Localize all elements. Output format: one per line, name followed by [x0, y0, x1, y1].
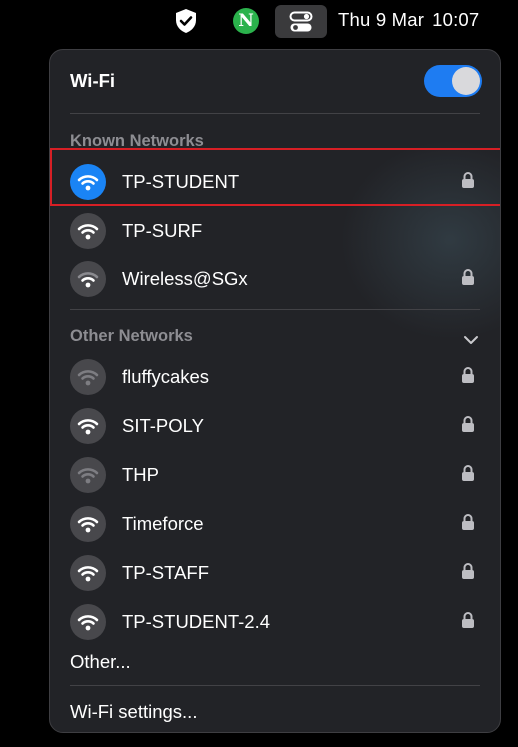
lock-icon	[461, 562, 475, 585]
chevron-down-icon[interactable]	[463, 332, 479, 350]
menu-bar: N Thu 9 Mar 10:07	[0, 0, 518, 42]
network-row-thp[interactable]: THP	[50, 450, 500, 498]
lock-icon	[461, 513, 475, 536]
wifi-title: Wi-Fi	[70, 70, 116, 91]
lock-icon	[461, 464, 475, 487]
menubar-date: Thu 9 Mar	[338, 9, 425, 30]
network-name: TP-STUDENT-2.4	[122, 611, 271, 632]
lock-icon	[461, 415, 475, 438]
wifi-signal-icon	[70, 457, 106, 493]
network-name: TP-SURF	[122, 220, 203, 241]
control-center-icon[interactable]	[275, 5, 327, 38]
wifi-menu-panel: Wi-Fi Known Networks TP-STUDENT TP-SURF …	[49, 49, 501, 733]
wifi-signal-icon	[70, 164, 106, 200]
lock-icon	[461, 611, 475, 634]
network-row-tp-surf[interactable]: TP-SURF	[50, 206, 500, 254]
network-name: THP	[122, 464, 159, 485]
wifi-signal-icon	[70, 408, 106, 444]
menubar-time: 10:07	[432, 9, 480, 30]
network-row-timeforce[interactable]: Timeforce	[50, 499, 500, 547]
other-network-item[interactable]: Other...	[70, 651, 131, 673]
known-networks-heading: Known Networks	[70, 132, 204, 150]
network-row-fluffycakes[interactable]: fluffycakes	[50, 352, 500, 400]
network-row-tp-student-2-4[interactable]: TP-STUDENT-2.4	[50, 597, 500, 645]
network-name: TP-STAFF	[122, 562, 210, 583]
other-networks-heading[interactable]: Other Networks	[70, 327, 193, 346]
wifi-signal-icon	[70, 555, 106, 591]
network-name: Wireless@SGx	[122, 268, 248, 289]
wifi-signal-icon	[70, 213, 106, 249]
divider	[70, 685, 480, 686]
network-name: Timeforce	[122, 513, 204, 534]
lock-icon	[461, 171, 475, 194]
shield-check-icon[interactable]	[172, 7, 200, 35]
wifi-signal-icon	[70, 359, 106, 395]
lock-icon	[461, 268, 475, 291]
network-row-tp-student[interactable]: TP-STUDENT	[50, 157, 500, 205]
divider	[70, 309, 480, 310]
lock-icon	[461, 366, 475, 389]
wifi-signal-icon	[70, 261, 106, 297]
n-badge-icon[interactable]: N	[233, 8, 259, 34]
wifi-signal-icon	[70, 506, 106, 542]
network-row-tp-staff[interactable]: TP-STAFF	[50, 548, 500, 596]
network-name: fluffycakes	[122, 366, 210, 387]
toggle-knob	[452, 67, 480, 95]
network-name: SIT-POLY	[122, 415, 204, 436]
divider	[70, 113, 480, 114]
network-row-wireless-sgx[interactable]: Wireless@SGx	[50, 254, 500, 302]
wifi-signal-icon	[70, 604, 106, 640]
wifi-toggle[interactable]	[424, 65, 482, 97]
network-name: TP-STUDENT	[122, 171, 240, 192]
wifi-settings-item[interactable]: Wi-Fi settings...	[70, 701, 197, 723]
menubar-clock[interactable]: Thu 9 Mar 10:07	[338, 9, 479, 31]
network-row-sit-poly[interactable]: SIT-POLY	[50, 401, 500, 449]
